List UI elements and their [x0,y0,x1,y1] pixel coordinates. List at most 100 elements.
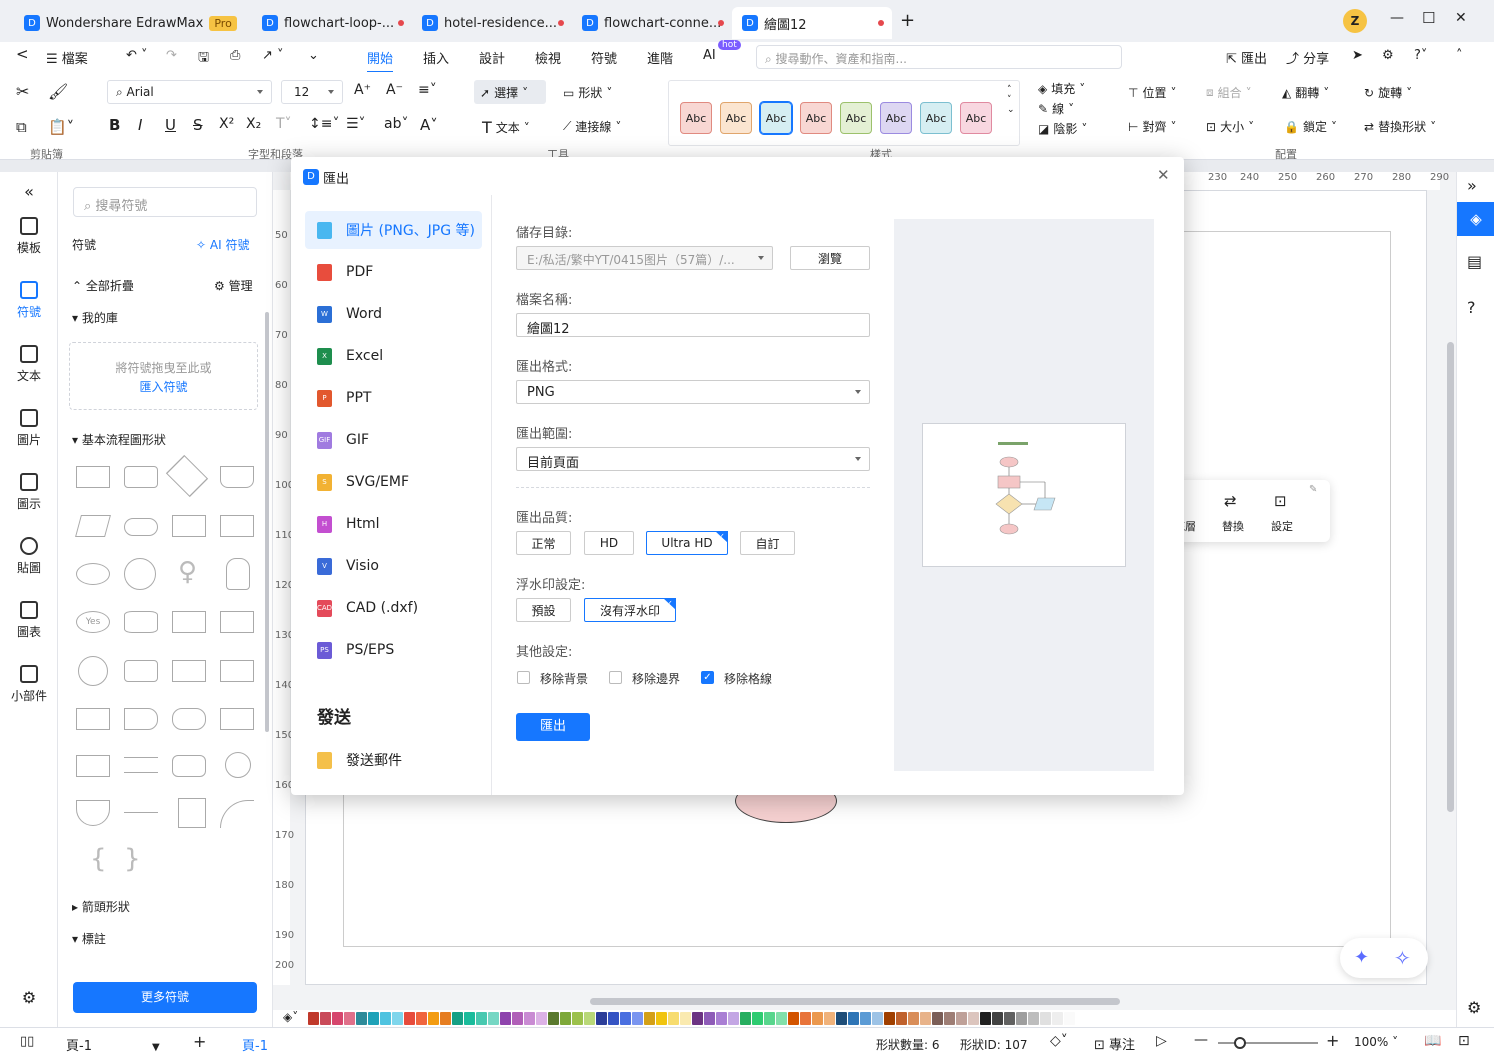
color-swatch[interactable] [428,1012,439,1025]
arrows-header[interactable]: ▸ 箭頭形狀 [72,898,130,915]
text-tool-button[interactable]: T 文本 ˅ [482,118,530,137]
page-selector[interactable]: 頁-1 ▼ [66,1035,160,1054]
nav-templates[interactable]: 模板 [0,217,58,256]
save-icon[interactable]: 🖫 [198,48,209,70]
format-image[interactable]: 圖片 (PNG、JPG 等) [305,211,482,249]
italic-icon[interactable]: I [138,116,142,134]
color-swatch[interactable] [800,1012,811,1025]
expand-panel-icon[interactable]: » [1467,176,1477,195]
color-swatch[interactable] [944,1012,955,1025]
callouts-header[interactable]: ▾ 標註 [72,930,106,947]
ai-sparkle-icon[interactable]: ✧ [1394,946,1411,970]
layers-icon[interactable]: ◇˅ [1050,1033,1068,1049]
terminator-shape[interactable] [124,518,158,536]
focus-button[interactable]: ⊡ 專注 [1094,1034,1135,1053]
zoom-level[interactable]: 100% ˅ [1354,1035,1398,1049]
manual-input-shape[interactable] [172,660,206,682]
color-swatch[interactable] [788,1012,799,1025]
bullet-list-icon[interactable]: ☰˅ [346,116,366,132]
process-shape[interactable] [76,466,110,488]
quality-hd[interactable]: HD [584,531,634,555]
color-swatch[interactable] [860,1012,871,1025]
shape-tool-button[interactable]: ▭ 形狀 ˅ [563,84,612,101]
minimize-button[interactable]: — [1390,10,1404,26]
tab-flowchart-connect[interactable]: Dflowchart-conne... [572,7,732,39]
browse-button[interactable]: 瀏覽 [790,246,870,270]
color-swatch[interactable] [368,1012,379,1025]
back-button[interactable]: < [16,45,29,63]
stored-data-shape[interactable] [220,515,254,537]
fill-button[interactable]: ◈ 填充 ˅ [1038,80,1085,97]
tab-hotel-residence[interactable]: Dhotel-residence... [412,7,572,39]
color-swatch[interactable] [776,1012,787,1025]
filename-input[interactable]: 繪圖12 [516,313,870,337]
subscript-icon[interactable]: X₂ [246,116,261,132]
quality-normal[interactable]: 正常 [516,531,571,555]
format-ppt[interactable]: P PPT [305,379,482,417]
text-align-icon[interactable]: ≡˅ [418,82,437,98]
format-svg[interactable]: S SVG/EMF [305,463,482,501]
color-swatch[interactable] [920,1012,931,1025]
color-swatch[interactable] [560,1012,571,1025]
magic-wand-icon[interactable]: ✦ [1354,947,1369,968]
user-shape[interactable] [226,558,250,590]
quality-ultra-hd[interactable]: Ultra HD [646,531,728,555]
style-preset-3[interactable]: Abc [759,101,793,135]
my-library-header[interactable]: ▾ 我的庫 [72,309,118,326]
user-avatar[interactable]: Z [1343,9,1367,33]
preparation-shape[interactable] [76,755,110,777]
card-shape[interactable] [172,611,206,633]
color-swatch[interactable] [812,1012,823,1025]
remove-background-checkbox[interactable] [517,671,530,684]
nav-text[interactable]: 文本 [0,345,58,384]
annotation-shape[interactable] [178,798,206,828]
manual-operation-shape[interactable] [220,708,254,730]
page-properties-icon[interactable]: ▤ [1467,252,1482,271]
watermark-none[interactable]: 沒有浮水印 [584,598,676,622]
color-swatch[interactable] [356,1012,367,1025]
import-symbol-link[interactable]: 匯入符號 [70,378,257,397]
font-family-select[interactable]: ⌕ Arial [107,80,272,104]
menu-design[interactable]: 設計 [479,48,505,67]
strikethrough-icon[interactable]: S [193,116,203,134]
zoom-out-icon[interactable]: — [1194,1032,1208,1048]
undo-icon[interactable]: ↶ ˅ [126,48,148,63]
menu-symbols[interactable]: 符號 [591,48,617,67]
share-button[interactable]: ⤴ 分享 [1286,48,1329,67]
loop-limit-shape[interactable] [172,755,206,777]
gear-icon[interactable]: ⚙ [1467,998,1481,1017]
bold-icon[interactable]: B [109,116,120,134]
text-spacing-icon[interactable]: ab˅ [384,116,408,132]
color-swatch[interactable] [620,1012,631,1025]
color-swatch[interactable] [752,1012,763,1025]
color-swatch[interactable] [836,1012,847,1025]
help-circle-icon[interactable]: ? [1467,298,1476,317]
position-button[interactable]: ⊤ 位置 ˅ [1128,84,1176,101]
style-preset-5[interactable]: Abc [840,102,872,134]
color-swatch[interactable] [1040,1012,1051,1025]
color-swatch[interactable] [440,1012,451,1025]
color-swatch[interactable] [1052,1012,1063,1025]
export-button[interactable]: ⇱ 匯出 [1226,48,1267,67]
decision-shape[interactable] [165,454,209,498]
play-icon[interactable]: ▷ [1156,1033,1167,1049]
color-swatch[interactable] [872,1012,883,1025]
off-page-shape[interactable] [220,660,254,682]
lock-button[interactable]: 🔒 鎖定 ˅ [1284,118,1337,135]
nav-charts[interactable]: 圖表 [0,601,58,640]
predefined-process-shape[interactable] [172,515,206,537]
format-painter-icon[interactable]: 🖌 [48,82,68,101]
color-swatch[interactable] [992,1012,1003,1025]
text-case-icon[interactable]: T˅ [276,116,292,132]
data-shape[interactable] [75,515,111,537]
color-swatch[interactable] [968,1012,979,1025]
database-shape[interactable] [124,611,158,633]
select-tool-button[interactable]: ➚ 選擇 ˅ [474,80,546,104]
menu-advanced[interactable]: 進階 [647,48,673,67]
color-swatch[interactable] [668,1012,679,1025]
style-preset-7[interactable]: Abc [920,102,952,134]
horizontal-scrollbar[interactable] [590,998,1120,1005]
increase-font-icon[interactable]: A⁺ [354,82,371,98]
save-dir-input[interactable]: E:/私活/繁中YT/0415图片（57篇）/... [516,246,773,270]
send-icon[interactable]: ➤ [1352,48,1363,63]
